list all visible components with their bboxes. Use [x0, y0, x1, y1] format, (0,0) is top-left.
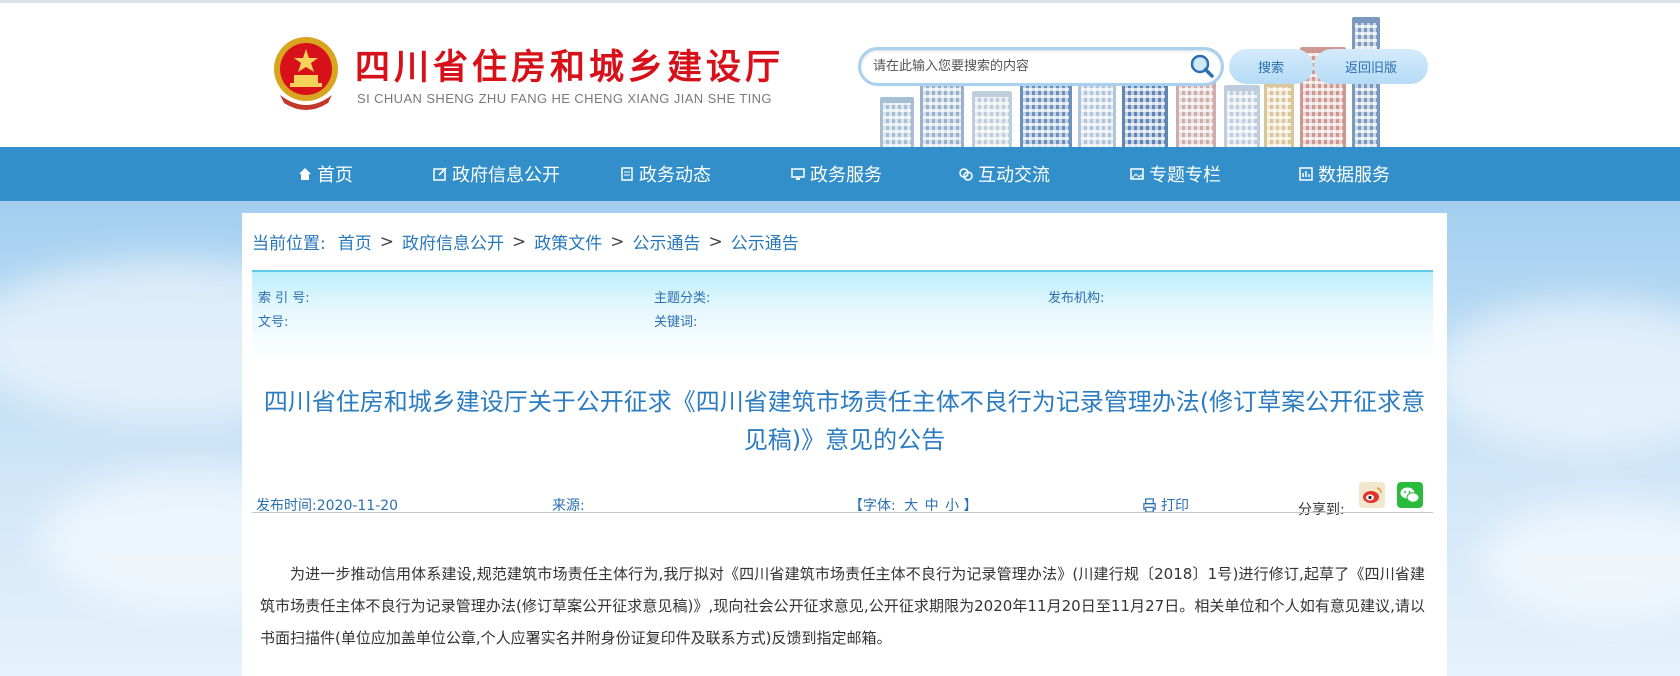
breadcrumb-link[interactable]: 首页 [338, 229, 372, 254]
chart-icon [1299, 167, 1313, 181]
nav-item-label: 政府信息公开 [452, 165, 560, 186]
background-cloud [1430, 300, 1680, 450]
national-emblem-logo [274, 37, 338, 110]
breadcrumb-prefix: 当前位置: [252, 234, 326, 254]
meta-index-no: 索 引 号: [258, 291, 310, 306]
breadcrumb-link[interactable]: 公示通告 [632, 229, 700, 254]
monitor-icon [791, 168, 805, 180]
site-header: 四川省住房和城乡建设厅 SI CHUAN SHENG ZHU FANG HE C… [0, 0, 1680, 147]
nav-item-label: 政务服务 [810, 165, 882, 186]
printer-icon [1143, 497, 1156, 513]
site-title: 四川省住房和城乡建设厅 [355, 47, 785, 88]
meta-publisher: 发布机构: [1048, 291, 1105, 306]
nav-item-label: 首页 [317, 165, 353, 186]
nav-item-gov-info[interactable]: 政府信息公开 [432, 147, 560, 201]
breadcrumb-separator: > [379, 231, 394, 252]
meta-doc-no: 文号: [258, 315, 289, 330]
chat-icon [959, 168, 973, 181]
search-button[interactable]: 搜索 [1229, 49, 1313, 84]
main-nav: 首页 政府信息公开 政务动态 政务服务 互动交流 专题专栏 数据服务 [0, 147, 1680, 201]
article-info-row: 发布时间:2020-11-20 来源: 【字体: 大 中 小 】 打印 分享到: [242, 479, 1447, 519]
meta-topic: 主题分类: [654, 291, 711, 306]
search-icon[interactable] [1189, 53, 1215, 79]
nav-item-special[interactable]: 专题专栏 [1129, 147, 1221, 201]
meta-keywords: 关键词: [654, 315, 698, 330]
share-label: 分享到: [1298, 502, 1345, 518]
search-input[interactable] [873, 54, 1183, 79]
site-subtitle: SI CHUAN SHENG ZHU FANG HE CHENG XIANG J… [357, 91, 772, 106]
old-version-button[interactable]: 返回旧版 [1314, 49, 1428, 84]
breadcrumb-link[interactable]: 政府信息公开 [402, 229, 504, 254]
document-icon [621, 167, 633, 181]
edit-icon [433, 167, 447, 181]
article-title: 四川省住房和城乡建设厅关于公开征求《四川省建筑市场责任主体不良行为记录管理办法(… [263, 388, 1426, 454]
breadcrumb-link[interactable]: 政策文件 [534, 229, 602, 254]
breadcrumb: 当前位置: 首页 > 政府信息公开 > 政策文件 > 公示通告 > 公示通告 [252, 229, 799, 255]
breadcrumb-separator: > [610, 231, 625, 252]
nav-item-home[interactable]: 首页 [297, 147, 353, 201]
image-icon [1130, 168, 1144, 180]
nav-item-services[interactable]: 政务服务 [790, 147, 882, 201]
nav-item-label: 互动交流 [978, 165, 1050, 186]
document-meta-box: 索 引 号: 主题分类: 发布机构: 文号: 关键词: [252, 270, 1433, 360]
wechat-share-icon[interactable] [1397, 482, 1423, 508]
nav-item-label: 政务动态 [639, 165, 711, 186]
breadcrumb-separator: > [708, 231, 723, 252]
nav-item-data[interactable]: 数据服务 [1298, 147, 1390, 201]
home-icon [299, 168, 311, 180]
background-cloud [1480, 500, 1680, 620]
nav-item-interaction[interactable]: 互动交流 [958, 147, 1050, 201]
article-body: 为进一步推动信用体系建设,规范建筑市场责任主体行为,我厅拟对《四川省建筑市场责任… [260, 565, 1425, 647]
breadcrumb-link[interactable]: 公示通告 [731, 229, 799, 254]
search-box [858, 47, 1224, 86]
nav-item-label: 数据服务 [1318, 165, 1390, 186]
breadcrumb-separator: > [511, 231, 527, 252]
article-divider [252, 512, 1433, 513]
nav-item-news[interactable]: 政务动态 [619, 147, 711, 201]
nav-item-label: 专题专栏 [1149, 165, 1221, 186]
weibo-share-icon[interactable] [1359, 482, 1385, 508]
content-panel: 当前位置: 首页 > 政府信息公开 > 政策文件 > 公示通告 > 公示通告 索… [242, 213, 1447, 676]
